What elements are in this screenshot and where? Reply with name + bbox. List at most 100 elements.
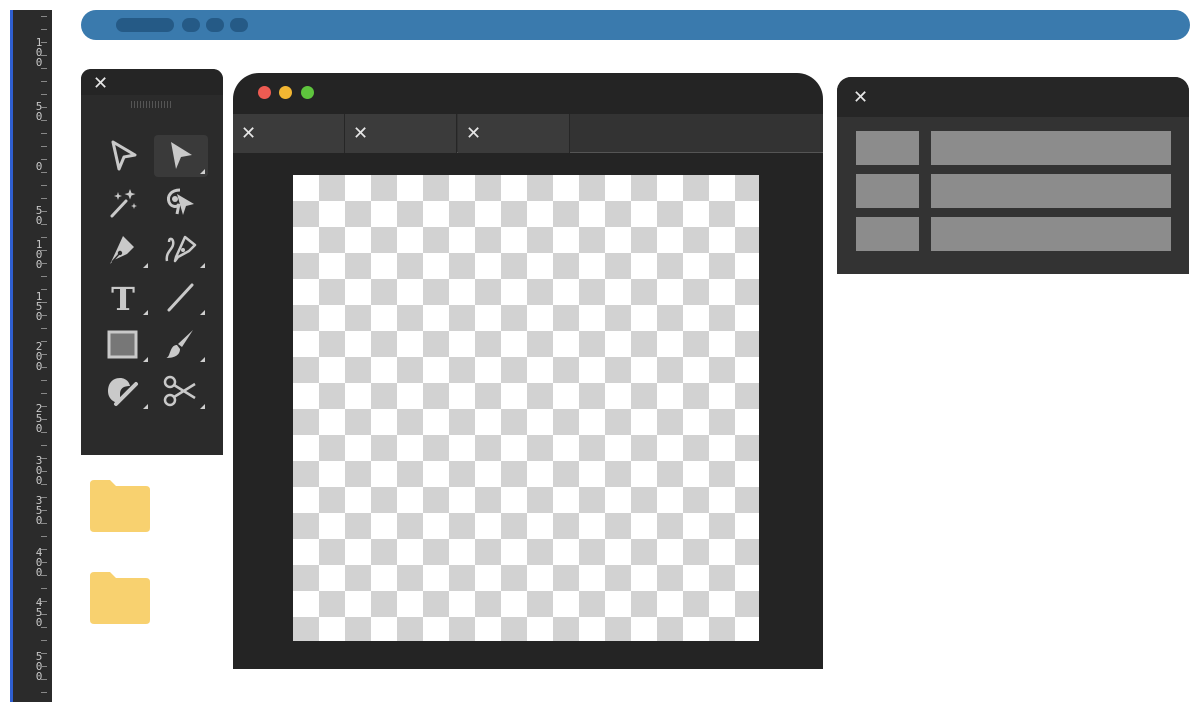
- magic-wand-icon: [110, 189, 137, 218]
- document-tab-strip: ✕ ✕ ✕: [233, 114, 823, 153]
- tool-flyout-indicator: [200, 357, 205, 362]
- ruler-label: 0: [35, 160, 43, 173]
- document-tab-2[interactable]: ✕: [345, 114, 457, 153]
- window-zoom-dot[interactable]: [301, 86, 314, 99]
- ruler-tick: [41, 484, 47, 485]
- vertical-ruler[interactable]: 1 0 05 005 01 0 01 5 02 0 02 5 03 0 03 5…: [10, 10, 52, 702]
- tab-close-icon[interactable]: ✕: [241, 124, 256, 142]
- magic-wand-tool[interactable]: [97, 182, 151, 224]
- ruler-tick: [41, 367, 47, 368]
- ruler-tick: [41, 471, 47, 472]
- transparent-artboard[interactable]: [293, 175, 759, 641]
- property-label-placeholder: [856, 217, 919, 251]
- document-window: ✕ ✕ ✕: [233, 73, 823, 669]
- menu-placeholder-1[interactable]: [182, 18, 200, 32]
- tab-close-icon[interactable]: ✕: [353, 124, 368, 142]
- ruler-label: 5 0 0: [35, 650, 43, 683]
- line-tool[interactable]: [154, 276, 208, 318]
- document-tab-3[interactable]: ✕: [458, 114, 570, 153]
- ruler-tick: [41, 679, 47, 680]
- solid-arrow-icon: [171, 142, 192, 169]
- tool-flyout-indicator: [200, 263, 205, 268]
- ruler-tick: [41, 562, 47, 563]
- rectangle-icon: [107, 330, 138, 359]
- ruler-tick: [41, 29, 47, 30]
- properties-panel-close-icon[interactable]: ✕: [853, 88, 868, 106]
- ruler-tick: [41, 653, 47, 654]
- ruler-label: 3 5 0: [35, 494, 43, 527]
- ruler-tick: [41, 185, 47, 186]
- curvature-pen-tool[interactable]: [154, 229, 208, 271]
- ruler-tick: [41, 549, 47, 550]
- shaper-tool[interactable]: [97, 370, 151, 412]
- ruler-tick: [41, 81, 47, 82]
- ruler-tick: [41, 42, 47, 43]
- ruler-tick: [41, 276, 47, 277]
- document-tab-1[interactable]: ✕: [233, 114, 345, 153]
- tool-flyout-indicator: [143, 404, 148, 409]
- svg-text:T: T: [111, 280, 135, 314]
- ruler-tick: [41, 224, 47, 225]
- ruler-label: 1 5 0: [35, 290, 43, 323]
- ruler-tick: [41, 536, 47, 537]
- tool-flyout-indicator: [200, 310, 205, 315]
- tool-flyout-indicator: [143, 357, 148, 362]
- ruler-tick: [41, 601, 47, 602]
- property-value-field[interactable]: [931, 131, 1171, 165]
- menu-placeholder-2[interactable]: [206, 18, 224, 32]
- ruler-tick: [41, 406, 47, 407]
- selection-tool[interactable]: [154, 135, 208, 177]
- tool-flyout-indicator: [200, 169, 205, 174]
- ruler-tick: [41, 250, 47, 251]
- property-value-field[interactable]: [931, 174, 1171, 208]
- ruler-label: 5 0: [35, 204, 43, 227]
- tool-flyout-indicator: [200, 404, 205, 409]
- tools-panel-header: ✕: [81, 69, 223, 95]
- ruler-tick: [41, 198, 47, 199]
- properties-panel: ✕: [837, 77, 1189, 274]
- menu-placeholder-3[interactable]: [230, 18, 248, 32]
- ruler-tick: [41, 510, 47, 511]
- type-icon: T: [111, 280, 135, 314]
- tools-panel-grip[interactable]: [131, 101, 171, 108]
- ruler-tick: [41, 588, 47, 589]
- ruler-tick: [41, 237, 47, 238]
- lasso-tool[interactable]: [154, 182, 208, 224]
- property-label-placeholder: [856, 131, 919, 165]
- tab-close-icon[interactable]: ✕: [466, 124, 481, 142]
- ruler-tick: [41, 120, 47, 121]
- rectangle-tool[interactable]: [97, 323, 151, 365]
- type-tool[interactable]: T: [97, 276, 151, 318]
- ruler-label: 4 0 0: [35, 546, 43, 579]
- property-value-field[interactable]: [931, 217, 1171, 251]
- ruler-tick: [41, 133, 47, 134]
- pen-tool[interactable]: [97, 229, 151, 271]
- tool-flyout-indicator: [143, 310, 148, 315]
- direct-selection-tool[interactable]: [97, 135, 151, 177]
- ruler-tick: [41, 575, 47, 576]
- ruler-tick: [41, 302, 47, 303]
- ruler-label: 5 0: [35, 100, 43, 123]
- menu-placeholder-wide[interactable]: [116, 18, 174, 32]
- curvature-pen-icon: [165, 235, 197, 263]
- ruler-tick: [41, 328, 47, 329]
- paintbrush-tool[interactable]: [154, 323, 208, 365]
- paintbrush-icon: [166, 330, 193, 358]
- ruler-label: 1 0 0: [35, 238, 43, 271]
- line-icon: [167, 283, 194, 312]
- window-minimize-dot[interactable]: [279, 86, 292, 99]
- ruler-tick: [41, 211, 47, 212]
- ruler-tick: [41, 341, 47, 342]
- ruler-tick: [41, 315, 47, 316]
- tools-panel-close-icon[interactable]: ✕: [93, 74, 108, 92]
- scissors-tool[interactable]: [154, 370, 208, 412]
- folder-icon[interactable]: [88, 478, 152, 534]
- folder-icon[interactable]: [88, 570, 152, 626]
- ruler-tick: [41, 640, 47, 641]
- tool-flyout-indicator: [143, 263, 148, 268]
- ruler-tick: [41, 146, 47, 147]
- ruler-tick: [41, 445, 47, 446]
- properties-panel-header: ✕: [837, 77, 1189, 117]
- ruler-tick: [41, 107, 47, 108]
- window-close-dot[interactable]: [258, 86, 271, 99]
